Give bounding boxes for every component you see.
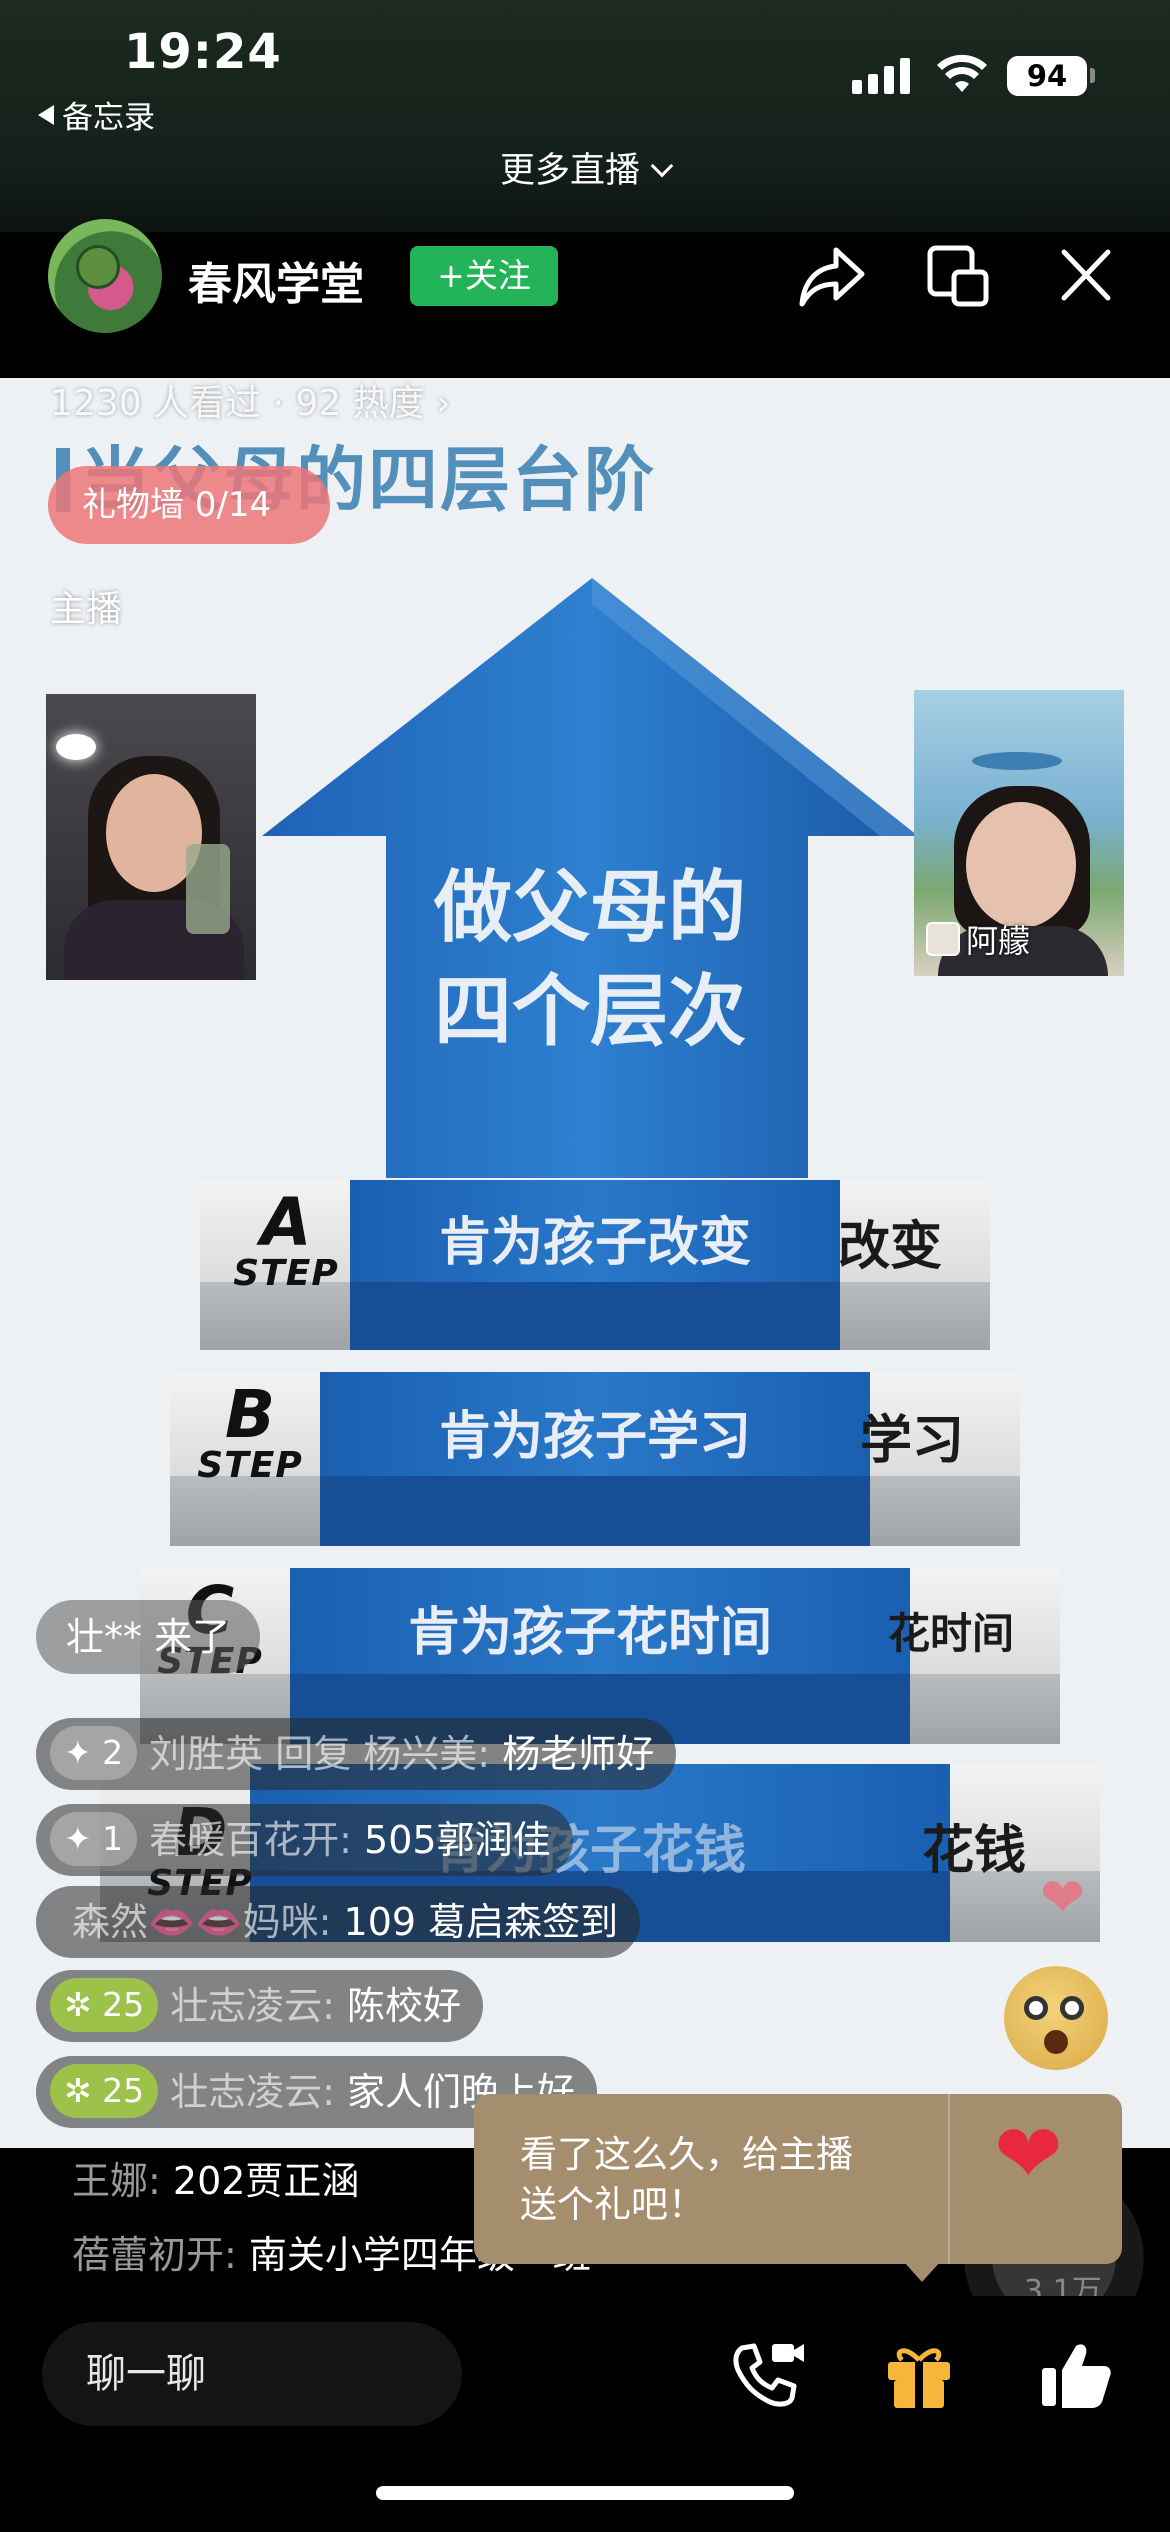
fan-level-badge: ✦ 2	[50, 1726, 138, 1780]
view-count[interactable]: 1230 人看过 · 92 热度 ›	[50, 374, 450, 426]
step-c-letter: C STEP	[157, 1572, 263, 1682]
status-time: 19:24	[124, 24, 282, 80]
host-camera-feed[interactable]	[46, 694, 256, 980]
chat-input[interactable]: 聊一聊	[42, 2322, 462, 2426]
share-icon[interactable]	[792, 240, 872, 312]
home-indicator[interactable]	[376, 2486, 794, 2500]
step-b-letter: B STEP	[197, 1376, 303, 1486]
picture-in-picture-icon[interactable]	[918, 240, 998, 312]
chat-message[interactable]: ✲ 25 壮志凌云: 陈校好	[36, 1970, 484, 2042]
back-arrow-icon	[38, 104, 54, 125]
back-to-app-link[interactable]: 备忘录	[38, 92, 155, 137]
step-a-label: 肯为孩子改变	[438, 1213, 751, 1273]
floating-emoji-icon	[1004, 1966, 1108, 2070]
channel-avatar[interactable]	[48, 219, 162, 333]
call-link-icon[interactable]	[720, 2330, 810, 2420]
step-d-word: 花钱	[922, 1821, 1027, 1881]
more-live-label: 更多直播	[499, 151, 640, 191]
chat-message[interactable]: 森然👄👄妈咪: 109 葛启森签到	[36, 1886, 641, 1958]
step-b-word: 学习	[860, 1411, 965, 1471]
cellular-signal-icon	[852, 58, 910, 94]
step-c-label: 肯为孩子花时间	[407, 1603, 772, 1663]
guest-camera-feed[interactable]: 阿艨	[914, 690, 1124, 976]
chat-message[interactable]: 王娜: 202贾正涵	[72, 2150, 359, 2205]
close-icon[interactable]	[1046, 240, 1126, 312]
step-a-word: 改变	[838, 1217, 943, 1277]
step-b-label: 肯为孩子学习	[438, 1407, 751, 1467]
battery-indicator: 94	[1007, 56, 1087, 96]
wifi-icon	[937, 54, 987, 92]
gift-prompt-line2: 送个礼吧！	[520, 2183, 705, 2226]
arrow-heading: 做父母的 四个层次	[433, 863, 746, 1057]
chat-message[interactable]: ✦ 1 春暖百花开: 505郭润佳	[36, 1804, 573, 1876]
like-icon[interactable]	[1030, 2330, 1120, 2420]
step-a-letter: A STEP	[233, 1184, 339, 1294]
gift-prompt-tooltip[interactable]: 看了这么久，给主播 送个礼吧！ ❤	[474, 2094, 1122, 2282]
floating-heart-icon: ❤	[1040, 1866, 1086, 1929]
follow-button[interactable]: +关注	[410, 246, 558, 306]
step-c-word: 花时间	[888, 1609, 1015, 1658]
live-video[interactable]: 当父母的四层台阶 做父母的 四个层次 A STEP 肯为孩子改变 改变 B STEP…	[0, 378, 1170, 2148]
gift-prompt-line1: 看了这么久，给主播	[520, 2133, 853, 2176]
chevron-down-icon	[650, 154, 674, 178]
fan-level-badge: ✲ 25	[50, 2064, 159, 2118]
fan-level-badge: ✦ 1	[50, 1812, 138, 1866]
gift-icon[interactable]	[874, 2330, 964, 2420]
gift-wall-button[interactable]: 礼物墙 0/14	[48, 466, 330, 544]
more-live-dropdown[interactable]: 更多直播	[0, 142, 1170, 193]
fan-level-badge: ✲ 25	[50, 1978, 159, 2032]
back-app-label: 备忘录	[62, 100, 155, 136]
channel-name[interactable]: 春风学堂	[188, 248, 364, 312]
chat-message[interactable]: ✦ 2 刘胜英 回复 杨兴美: 杨老师好	[36, 1718, 677, 1790]
guest-name-tag: 阿艨	[926, 916, 1030, 962]
guest-avatar-icon	[926, 922, 960, 956]
host-label: 主播	[50, 589, 123, 630]
battery-tip	[1090, 68, 1095, 83]
heart-gift-icon[interactable]: ❤	[994, 2114, 1063, 2196]
